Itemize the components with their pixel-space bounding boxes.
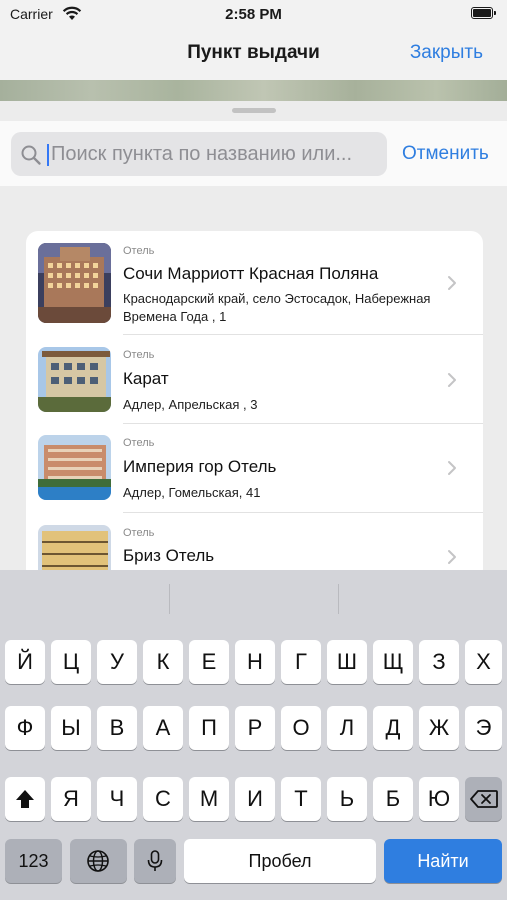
hotel-photo xyxy=(38,243,111,323)
key[interactable]: Ц xyxy=(51,640,91,684)
item-name: Сочи Марриотт Красная Поляна xyxy=(123,264,379,283)
delete-key[interactable] xyxy=(465,777,502,821)
key[interactable]: К xyxy=(143,640,183,684)
key[interactable]: И xyxy=(235,777,275,821)
cancel-button[interactable]: Отменить xyxy=(402,143,489,165)
divider xyxy=(169,584,170,614)
item-category: Отель xyxy=(123,437,155,449)
key[interactable]: Х xyxy=(465,640,502,684)
search-submit-key[interactable]: Найти xyxy=(384,839,502,883)
key[interactable]: У xyxy=(97,640,137,684)
divider xyxy=(338,584,339,614)
close-button[interactable]: Закрыть xyxy=(410,42,483,64)
map-background xyxy=(0,80,507,102)
list-item[interactable]: Отель Сочи Марриотт Красная Поляна Красн… xyxy=(26,231,483,335)
suggestion-bar xyxy=(0,570,507,622)
chevron-right-icon xyxy=(448,550,456,564)
shift-icon xyxy=(16,790,34,808)
key[interactable]: В xyxy=(97,706,137,750)
shift-key[interactable] xyxy=(5,777,45,821)
key[interactable]: Ь xyxy=(327,777,367,821)
nav-bar: Пункт выдачи Закрыть xyxy=(0,30,507,80)
chevron-right-icon xyxy=(448,373,456,387)
key[interactable]: М xyxy=(189,777,229,821)
search-input[interactable] xyxy=(51,132,381,176)
key[interactable]: Р xyxy=(235,706,275,750)
item-name: Карат xyxy=(123,369,169,388)
key[interactable]: О xyxy=(281,706,321,750)
key[interactable]: Ч xyxy=(97,777,137,821)
item-address: Адлер, Апрельская , 3 xyxy=(123,397,258,412)
key[interactable]: Б xyxy=(373,777,413,821)
key[interactable]: Д xyxy=(373,706,413,750)
battery-icon xyxy=(471,7,496,19)
key[interactable]: Я xyxy=(51,777,91,821)
chevron-right-icon xyxy=(448,461,456,475)
globe-icon xyxy=(87,850,109,872)
key[interactable]: Л xyxy=(327,706,367,750)
clock: 2:58 PM xyxy=(225,6,282,23)
hotel-photo xyxy=(38,435,111,500)
sheet-grabber[interactable] xyxy=(232,108,276,113)
chevron-right-icon xyxy=(448,276,456,290)
hotel-photo xyxy=(38,347,111,412)
key[interactable]: Н xyxy=(235,640,275,684)
search-icon xyxy=(21,145,41,165)
list-item[interactable]: Отель Империя гор Отель Адлер, Гомельска… xyxy=(26,424,483,513)
item-address: Адлер, Гомельская, 41 xyxy=(123,485,261,500)
text-caret xyxy=(47,144,49,166)
key[interactable]: Щ xyxy=(373,640,413,684)
item-category: Отель xyxy=(123,527,155,539)
item-category: Отель xyxy=(123,349,155,361)
list-item[interactable]: Отель Карат Адлер, Апрельская , 3 xyxy=(26,335,483,424)
key[interactable]: С xyxy=(143,777,183,821)
key[interactable]: Э xyxy=(465,706,502,750)
key[interactable]: Е xyxy=(189,640,229,684)
key[interactable]: П xyxy=(189,706,229,750)
key[interactable]: А xyxy=(143,706,183,750)
space-key[interactable]: Пробел xyxy=(184,839,376,883)
item-category: Отель xyxy=(123,245,155,257)
search-field[interactable] xyxy=(11,132,387,176)
dictation-key[interactable] xyxy=(134,839,176,883)
key[interactable]: Г xyxy=(281,640,321,684)
key[interactable]: Т xyxy=(281,777,321,821)
key[interactable]: Й xyxy=(5,640,45,684)
key[interactable]: Ф xyxy=(5,706,45,750)
pickup-sheet: Отменить Отель Сочи Ма xyxy=(0,101,507,581)
backspace-icon xyxy=(470,790,498,808)
key[interactable]: Ы xyxy=(51,706,91,750)
key[interactable]: Ю xyxy=(419,777,459,821)
item-name: Империя гор Отель xyxy=(123,457,277,476)
key[interactable]: Ж xyxy=(419,706,459,750)
search-bar: Отменить xyxy=(0,121,507,186)
microphone-icon xyxy=(147,850,163,871)
key[interactable]: Ш xyxy=(327,640,367,684)
keyboard: Й Ц У К Е Н Г Ш Щ З Х Ф Ы В А П Р О Л Д … xyxy=(0,570,507,900)
key[interactable]: З xyxy=(419,640,459,684)
globe-key[interactable] xyxy=(70,839,127,883)
status-bar: Carrier 2:58 PM xyxy=(0,0,507,30)
item-address: Краснодарский край, село Эстосадок, Набе… xyxy=(123,291,431,324)
pickup-point-list: Отель Сочи Марриотт Красная Поляна Красн… xyxy=(26,231,483,581)
numbers-key[interactable]: 123 xyxy=(5,839,62,883)
item-name: Бриз Отель xyxy=(123,546,215,565)
